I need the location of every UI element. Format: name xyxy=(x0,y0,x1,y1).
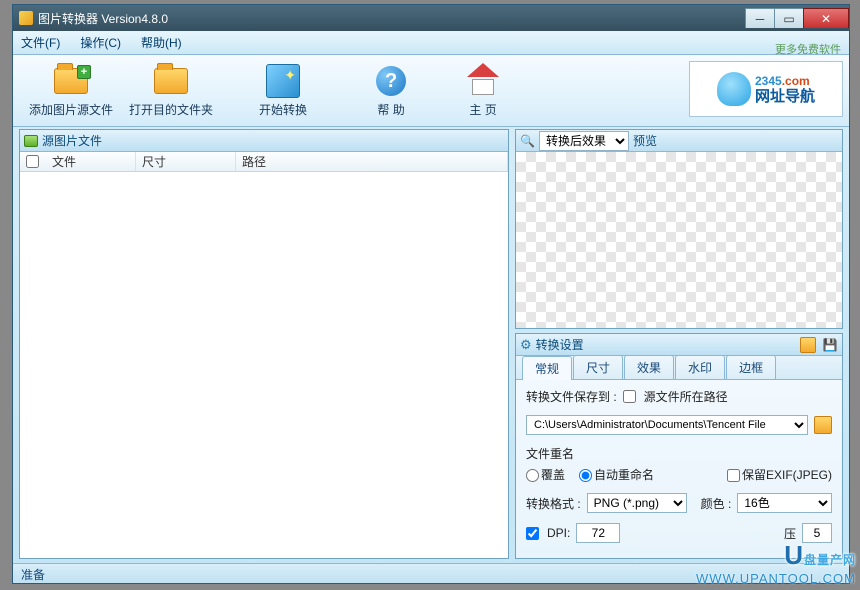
source-files-panel: 源图片文件 文件 尺寸 路径 xyxy=(19,129,509,559)
window-title: 图片转换器 Version4.8.0 xyxy=(38,10,168,27)
select-all-checkbox[interactable] xyxy=(26,155,39,168)
open-folder-icon[interactable] xyxy=(800,337,816,353)
help-label: 帮 助 xyxy=(377,101,404,118)
preview-canvas[interactable] xyxy=(516,152,842,328)
magnifier-icon: 🔍 xyxy=(520,134,535,148)
maximize-button[interactable]: ▭ xyxy=(774,8,804,28)
folder-icon xyxy=(154,68,188,94)
column-headers: 文件 尺寸 路径 xyxy=(20,152,508,172)
autorename-radio[interactable] xyxy=(579,469,592,482)
tab-effect[interactable]: 效果 xyxy=(624,355,674,379)
octopus-icon xyxy=(717,72,751,106)
add-source-button[interactable]: + 添加图片源文件 xyxy=(21,59,121,122)
dpi-input[interactable] xyxy=(576,523,620,543)
preview-header: 🔍 转换后效果 预览 xyxy=(516,130,842,152)
right-pane: 🔍 转换后效果 预览 ⚙ 转换设置 💾 xyxy=(515,129,843,559)
add-source-label: 添加图片源文件 xyxy=(29,101,113,118)
tab-size[interactable]: 尺寸 xyxy=(573,355,623,379)
source-panel-title: 源图片文件 xyxy=(42,132,102,149)
compress-input[interactable] xyxy=(802,523,832,543)
settings-body: 转换文件保存到 : 源文件所在路径 C:\Users\Administrator… xyxy=(516,380,842,558)
start-convert-button[interactable]: 开始转换 xyxy=(251,59,315,122)
tab-border[interactable]: 边框 xyxy=(726,355,776,379)
same-as-source-label: 源文件所在路径 xyxy=(644,388,728,405)
save-path-select[interactable]: C:\Users\Administrator\Documents\Tencent… xyxy=(526,415,808,435)
menu-action[interactable]: 操作(C) xyxy=(80,34,121,51)
help-button[interactable]: ? 帮 助 xyxy=(365,59,417,122)
status-text: 准备 xyxy=(21,568,45,582)
col-path[interactable]: 路径 xyxy=(236,152,508,171)
source-panel-header: 源图片文件 xyxy=(20,130,508,152)
autorename-radio-label[interactable]: 自动重命名 xyxy=(579,466,654,483)
picture-icon xyxy=(24,135,38,147)
work-area: 源图片文件 文件 尺寸 路径 🔍 转换后效果 预览 xyxy=(13,127,849,563)
banner-text: 2345.com 网址导航 xyxy=(755,72,815,107)
keep-exif-checkbox[interactable] xyxy=(727,469,740,482)
statusbar: 准备 xyxy=(13,563,849,583)
settings-header: ⚙ 转换设置 💾 xyxy=(516,334,842,356)
close-button[interactable]: ✕ xyxy=(803,8,849,28)
home-icon xyxy=(467,67,499,95)
dpi-label: DPI: xyxy=(547,526,570,540)
format-select[interactable]: PNG (*.png) xyxy=(587,493,687,513)
menu-help[interactable]: 帮助(H) xyxy=(141,34,182,51)
color-select[interactable]: 16色 xyxy=(737,493,832,513)
wand-icon xyxy=(266,64,300,98)
ad-banner[interactable]: 2345.com 网址导航 xyxy=(689,61,843,117)
tab-general[interactable]: 常规 xyxy=(522,356,572,380)
help-icon: ? xyxy=(376,66,406,96)
effect-select[interactable]: 转换后效果 xyxy=(539,131,629,151)
browse-folder-button[interactable] xyxy=(814,416,832,434)
app-window: 图片转换器 Version4.8.0 ─ ▭ ✕ 文件(F) 操作(C) 帮助(… xyxy=(12,4,850,584)
tab-watermark[interactable]: 水印 xyxy=(675,355,725,379)
compress-label: 压 xyxy=(784,525,796,542)
open-dest-button[interactable]: 打开目的文件夹 xyxy=(121,59,221,122)
same-as-source-checkbox[interactable] xyxy=(623,390,636,403)
preview-panel: 🔍 转换后效果 预览 xyxy=(515,129,843,329)
start-label: 开始转换 xyxy=(259,101,307,118)
color-label: 颜色 : xyxy=(701,495,732,512)
save-to-label: 转换文件保存到 : xyxy=(526,388,617,405)
window-controls: ─ ▭ ✕ xyxy=(746,8,849,28)
file-list[interactable] xyxy=(20,172,508,558)
save-icon[interactable]: 💾 xyxy=(822,337,838,353)
more-software-link[interactable]: 更多免费软件 xyxy=(775,41,841,57)
menu-file[interactable]: 文件(F) xyxy=(21,34,60,51)
gear-icon: ⚙ xyxy=(520,337,532,353)
settings-panel: ⚙ 转换设置 💾 常规 尺寸 效果 水印 边框 转换文件保存到 : xyxy=(515,333,843,559)
settings-title: 转换设置 xyxy=(536,336,584,353)
titlebar[interactable]: 图片转换器 Version4.8.0 ─ ▭ ✕ xyxy=(13,5,849,31)
home-label: 主 页 xyxy=(469,101,496,118)
col-file[interactable]: 文件 xyxy=(46,152,136,171)
folder-plus-icon: + xyxy=(54,68,88,94)
open-dest-label: 打开目的文件夹 xyxy=(129,101,213,118)
app-icon xyxy=(19,11,33,25)
menubar: 文件(F) 操作(C) 帮助(H) xyxy=(13,31,849,55)
overwrite-radio[interactable] xyxy=(526,469,539,482)
preview-label: 预览 xyxy=(633,132,657,149)
overwrite-radio-label[interactable]: 覆盖 xyxy=(526,466,565,483)
dpi-checkbox[interactable] xyxy=(526,527,539,540)
col-size[interactable]: 尺寸 xyxy=(136,152,236,171)
toolbar: + 添加图片源文件 打开目的文件夹 开始转换 ? 帮 助 主 页 更多免费软件 … xyxy=(13,55,849,127)
settings-tabs: 常规 尺寸 效果 水印 边框 xyxy=(516,356,842,380)
rename-group-label: 文件重名 xyxy=(526,445,832,462)
format-label: 转换格式 : xyxy=(526,495,581,512)
keep-exif-label[interactable]: 保留EXIF(JPEG) xyxy=(727,466,832,483)
minimize-button[interactable]: ─ xyxy=(745,8,775,28)
home-button[interactable]: 主 页 xyxy=(457,59,509,122)
